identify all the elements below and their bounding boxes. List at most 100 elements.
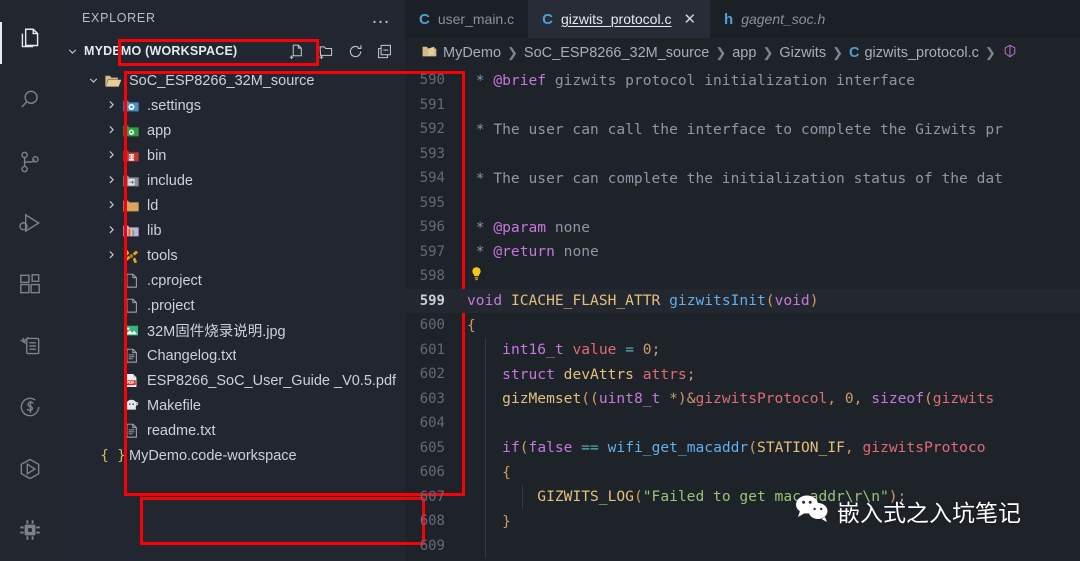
blank-file-icon bbox=[120, 272, 142, 289]
tree-folder-row[interactable]: ld bbox=[60, 193, 405, 218]
line-number: 598 bbox=[419, 268, 445, 285]
tree-item-label: MyDemo.code-workspace bbox=[129, 447, 297, 464]
code-line[interactable]: 591 bbox=[405, 93, 1080, 118]
code-line[interactable]: 592 * The user can call the interface to… bbox=[405, 117, 1080, 142]
code-line[interactable]: 606 { bbox=[405, 460, 1080, 485]
activity-item-embedded-tools[interactable] bbox=[0, 500, 60, 561]
code-line[interactable]: 593 bbox=[405, 142, 1080, 167]
breadcrumb-item[interactable]: MyDemo bbox=[421, 43, 501, 64]
line-number: 599 bbox=[419, 292, 445, 309]
activity-item-settings-sync[interactable] bbox=[0, 377, 60, 438]
blank-file-icon bbox=[120, 297, 142, 314]
chevron-right-icon[interactable] bbox=[102, 199, 120, 212]
code-line[interactable]: 598 bbox=[405, 264, 1080, 289]
vscode-window: EXPLORER … MYDEMO (WORKSPACE) SoC_ESP826… bbox=[0, 0, 1080, 561]
sidebar-more-actions-icon[interactable]: … bbox=[371, 8, 391, 27]
breadcrumb-item[interactable]: app bbox=[732, 45, 756, 61]
code-line[interactable]: 601 int16_t value = 0; bbox=[405, 338, 1080, 363]
line-number: 609 bbox=[419, 537, 445, 554]
code-line[interactable]: 596 * @param none bbox=[405, 215, 1080, 240]
sidebar-header: EXPLORER … bbox=[60, 0, 405, 36]
new-folder-icon[interactable] bbox=[318, 43, 335, 60]
code-editor[interactable]: 590 * @brief gizwits protocol initializa… bbox=[405, 68, 1080, 561]
chevron-down-icon[interactable] bbox=[84, 74, 102, 87]
editor-tab[interactable]: Cgizwits_protocol.c ✕ bbox=[528, 0, 711, 38]
collapse-all-icon[interactable] bbox=[376, 43, 393, 60]
code-line[interactable]: 599 void ICACHE_FLASH_ATTR gizwitsInit(vo… bbox=[405, 288, 1080, 313]
line-number: 608 bbox=[419, 513, 445, 530]
svg-text:01: 01 bbox=[129, 155, 135, 161]
tree-file-row[interactable]: .project bbox=[60, 293, 405, 318]
code-line[interactable]: 590 * @brief gizwits protocol initializa… bbox=[405, 68, 1080, 93]
code-line[interactable]: 604 bbox=[405, 411, 1080, 436]
indent-guide bbox=[485, 337, 486, 558]
search-icon bbox=[17, 87, 43, 113]
code-line-text: int16_t value = 0; bbox=[502, 341, 661, 359]
line-number: 600 bbox=[419, 317, 445, 334]
tree-item-label: ld bbox=[147, 197, 159, 214]
code-line-text: void ICACHE_FLASH_ATTR gizwitsInit(void) bbox=[467, 292, 819, 310]
breadcrumb-item[interactable]: Cgizwits_protocol.c bbox=[849, 45, 979, 61]
tree-file-row[interactable]: Changelog.txt bbox=[60, 343, 405, 368]
tree-item-label: readme.txt bbox=[147, 422, 216, 439]
breadcrumb-item-label: app bbox=[732, 45, 757, 61]
tree-file-row[interactable]: PDF ESP8266_SoC_User_Guide _V0.5.pdf bbox=[60, 368, 405, 393]
explorer-sidebar: EXPLORER … MYDEMO (WORKSPACE) SoC_ESP826… bbox=[60, 0, 465, 561]
breadcrumb-item[interactable] bbox=[1002, 43, 1018, 63]
breadcrumb-item[interactable]: SoC_ESP8266_32M_source bbox=[524, 45, 709, 61]
chevron-right-icon[interactable] bbox=[102, 249, 120, 262]
code-line[interactable]: 605 if(false == wifi_get_macaddr(STATION… bbox=[405, 436, 1080, 461]
activity-item-search[interactable] bbox=[0, 69, 60, 130]
lightbulb-icon[interactable] bbox=[469, 266, 484, 287]
run-debug-icon bbox=[17, 210, 43, 236]
activity-item-run-and-debug[interactable] bbox=[0, 192, 60, 253]
file-tree[interactable]: SoC_ESP8266_32M_source .settings app 01 bin i… bbox=[60, 66, 405, 561]
tree-item-label: Changelog.txt bbox=[147, 347, 237, 364]
close-icon[interactable]: ✕ bbox=[683, 10, 696, 28]
code-line[interactable]: 608 } bbox=[405, 509, 1080, 534]
code-line[interactable]: 595 bbox=[405, 191, 1080, 216]
breadcrumb-item[interactable]: Gizwits bbox=[779, 45, 826, 61]
code-line[interactable]: 597 * @return none bbox=[405, 240, 1080, 265]
editor-tab[interactable]: Cuser_main.c bbox=[405, 0, 529, 38]
new-file-icon[interactable] bbox=[289, 43, 306, 60]
code-line[interactable]: 603 gizMemset((uint8_t *)&gizwitsProtoco… bbox=[405, 387, 1080, 412]
code-line[interactable]: 607 GIZWITS_LOG("Failed to get mac addr\… bbox=[405, 485, 1080, 510]
activity-item-source-control[interactable] bbox=[0, 131, 60, 192]
workspace-root-row[interactable]: MYDEMO (WORKSPACE) bbox=[60, 36, 405, 66]
tree-folder-row[interactable]: app bbox=[60, 118, 405, 143]
tree-file-row[interactable]: Makefile bbox=[60, 393, 405, 418]
tree-file-row[interactable]: readme.txt bbox=[60, 418, 405, 443]
code-line[interactable]: 600 { bbox=[405, 313, 1080, 338]
activity-item-explorer[interactable] bbox=[0, 8, 60, 69]
code-line[interactable]: 609 bbox=[405, 534, 1080, 559]
activity-item-platformio[interactable] bbox=[0, 438, 60, 499]
breadcrumb-separator-icon: ❯ bbox=[762, 45, 774, 60]
tree-file-row[interactable]: { } MyDemo.code-workspace bbox=[60, 443, 405, 468]
activity-item-extensions[interactable] bbox=[0, 254, 60, 315]
code-line[interactable]: 594 * The user can complete the initiali… bbox=[405, 166, 1080, 191]
tree-file-row[interactable]: .cproject bbox=[60, 268, 405, 293]
tree-folder-row[interactable]: .settings bbox=[60, 93, 405, 118]
folder-settings-icon bbox=[120, 97, 142, 115]
chevron-right-icon[interactable] bbox=[102, 124, 120, 137]
chevron-right-icon[interactable] bbox=[102, 99, 120, 112]
tree-folder-row[interactable]: include bbox=[60, 168, 405, 193]
tree-item-label: .settings bbox=[147, 97, 201, 114]
activity-item-todo-tree[interactable] bbox=[0, 315, 60, 376]
chevron-right-icon[interactable] bbox=[102, 149, 120, 162]
editor-tab[interactable]: h gagent_soc.h bbox=[710, 0, 840, 38]
chevron-right-icon[interactable] bbox=[102, 224, 120, 237]
tree-file-row[interactable]: 32M固件烧录说明.jpg bbox=[60, 318, 405, 343]
tree-folder-row[interactable]: tools bbox=[60, 243, 405, 268]
tree-folder-row[interactable]: lib bbox=[60, 218, 405, 243]
chevron-down-icon[interactable] bbox=[64, 45, 80, 58]
tree-folder-row[interactable]: SoC_ESP8266_32M_source bbox=[60, 68, 405, 93]
tree-folder-row[interactable]: 01 bin bbox=[60, 143, 405, 168]
folder-bin-icon: 01 bbox=[120, 147, 142, 165]
refresh-icon[interactable] bbox=[347, 43, 364, 60]
code-line[interactable]: 602 struct devAttrs attrs; bbox=[405, 362, 1080, 387]
breadcrumb-item-label: MyDemo bbox=[443, 45, 502, 61]
chevron-right-icon[interactable] bbox=[102, 174, 120, 187]
line-number: 593 bbox=[419, 145, 445, 162]
